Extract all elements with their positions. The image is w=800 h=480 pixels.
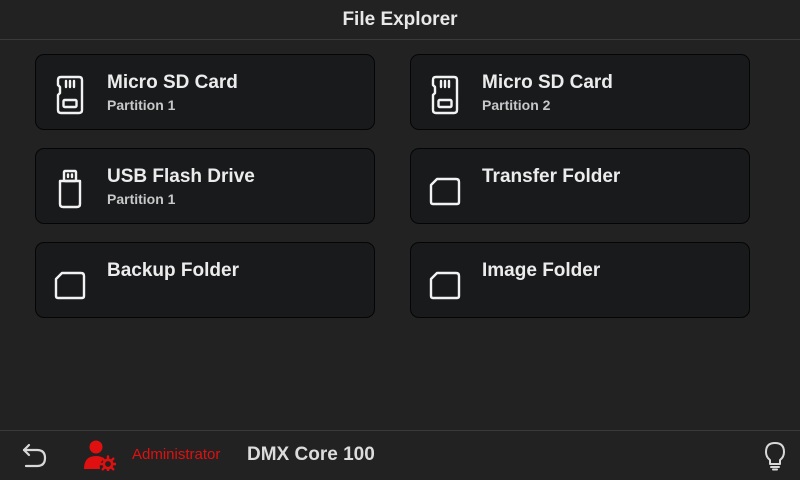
folder-icon: [54, 263, 86, 303]
card-title: Micro SD Card: [482, 72, 613, 93]
admin-user-gear-icon: [84, 440, 116, 471]
card-title: Transfer Folder: [482, 166, 621, 187]
file-explorer-screen: File Explorer Micro SD Card Partition 1: [0, 0, 800, 480]
header-bar: File Explorer: [0, 0, 800, 40]
device-name-label: DMX Core 100: [247, 444, 375, 465]
card-subtitle: Partition 2: [482, 97, 551, 113]
card-subtitle: Partition 1: [107, 191, 176, 207]
footer-bar: Administrator DMX Core 100: [0, 430, 800, 480]
user-role-label[interactable]: Administrator: [132, 446, 220, 463]
card-title: Backup Folder: [107, 260, 239, 281]
card-subtitle: Partition 1: [107, 97, 176, 113]
folder-icon: [429, 263, 461, 303]
card-transfer-folder[interactable]: Transfer Folder: [410, 148, 750, 224]
back-arrow-icon: [22, 443, 47, 468]
back-button[interactable]: [18, 441, 52, 471]
card-backup-folder[interactable]: Backup Folder: [35, 242, 375, 318]
card-usb-flash-drive[interactable]: USB Flash Drive Partition 1: [35, 148, 375, 224]
card-title: Micro SD Card: [107, 72, 238, 93]
card-micro-sd-partition-1[interactable]: Micro SD Card Partition 1: [35, 54, 375, 130]
card-micro-sd-partition-2[interactable]: Micro SD Card Partition 2: [410, 54, 750, 130]
folder-icon: [429, 169, 461, 209]
sd-card-icon: [429, 75, 461, 115]
card-title: Image Folder: [482, 260, 601, 281]
page-title: File Explorer: [342, 8, 458, 30]
lightbulb-icon: [765, 442, 785, 471]
usb-drive-icon: [54, 169, 86, 209]
help-button[interactable]: [760, 440, 790, 472]
card-title: USB Flash Drive: [107, 166, 255, 187]
sd-card-icon: [54, 75, 86, 115]
card-image-folder[interactable]: Image Folder: [410, 242, 750, 318]
